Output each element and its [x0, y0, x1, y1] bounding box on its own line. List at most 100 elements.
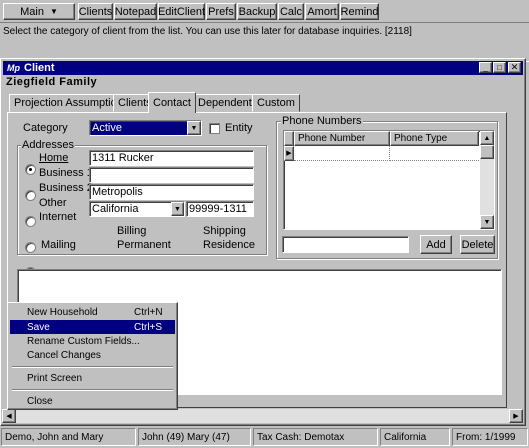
category-select[interactable]: Active [89, 120, 202, 136]
main-menu-button[interactable]: Main ▼ [3, 3, 75, 20]
menu-item-cancel-changes[interactable]: Cancel Changes [10, 348, 175, 362]
row-selector-arrow-icon: ▶ [284, 146, 294, 161]
address-line-1-input[interactable]: 1311 Rucker [89, 150, 254, 166]
menu-item-shortcut: Ctrl+S [134, 321, 163, 333]
address-type-business1-radio[interactable] [25, 190, 36, 201]
window-title: Client [24, 62, 55, 74]
phone-numbers-group-label: Phone Numbers [281, 115, 363, 127]
scroll-down-button[interactable]: ▼ [480, 215, 494, 229]
city-input[interactable]: Metropolis [89, 184, 254, 200]
phone-grid-header: Phone Number Phone Type [284, 131, 479, 146]
column-label: Phone Type [394, 133, 448, 144]
address-type-business2-radio[interactable] [25, 216, 36, 227]
hint-text: Select the category of client from the l… [3, 26, 412, 37]
address-type-home-radio[interactable] [25, 164, 36, 175]
address-line-2-input[interactable] [89, 167, 254, 183]
toolbar-remind-button[interactable]: Remind [340, 3, 379, 20]
menu-item-print-screen[interactable]: Print Screen [10, 371, 175, 385]
city-value: Metropolis [92, 186, 143, 198]
window-title-bar[interactable]: Mp Client _ □ ✕ [3, 61, 523, 75]
address-type-other-label: Other [39, 197, 67, 209]
toolbar-prefs-label: Prefs [208, 5, 234, 18]
entity-label: Entity [225, 122, 253, 134]
toolbar-calc-button[interactable]: Calc [278, 3, 304, 20]
chevron-down-icon: ▼ [49, 7, 58, 16]
scroll-left-button[interactable]: ◀ [2, 409, 16, 423]
toolbar-backup-button[interactable]: Backup [237, 3, 277, 20]
zip-input[interactable]: 99999-1311 [186, 201, 254, 217]
phone-type-cell[interactable] [390, 146, 479, 161]
phone-grid-row[interactable]: ▶ [284, 146, 479, 161]
state-dropdown-button[interactable]: ▼ [171, 202, 184, 216]
scroll-up-button[interactable]: ▲ [480, 131, 494, 145]
chevron-down-icon: ▼ [174, 205, 181, 213]
menu-item-label: Save [27, 321, 50, 333]
menu-item-label: Close [27, 395, 53, 407]
delete-phone-button[interactable]: Delete [460, 235, 495, 254]
toolbar-notepad-label: Notepad [114, 5, 157, 18]
phone-grid-scrollbar[interactable]: ▲ ▼ [480, 131, 494, 229]
category-label: Category [23, 122, 68, 134]
menu-item-new-household[interactable]: New Household Ctrl+N [10, 305, 175, 319]
tab-label: Custom [257, 97, 295, 109]
status-client: Demo, John and Mary [1, 428, 136, 446]
tab-contact[interactable]: Contact [148, 92, 196, 113]
window-horizontal-scrollbar[interactable]: ◀ ▶ [2, 409, 523, 423]
scroll-right-button[interactable]: ▶ [509, 409, 523, 423]
menu-item-label: Print Screen [27, 372, 83, 384]
menu-item-close[interactable]: Close [10, 394, 175, 408]
phone-type-column-header[interactable]: Phone Type [390, 131, 479, 146]
tab-label: Dependents [198, 97, 258, 109]
menu-item-rename-custom-fields[interactable]: Rename Custom Fields... [10, 334, 175, 348]
add-phone-button[interactable]: Add [420, 235, 452, 254]
column-label: Phone Number [298, 133, 366, 144]
context-menu: New Household Ctrl+N Save Ctrl+S Rename … [7, 302, 178, 410]
menu-item-save[interactable]: Save Ctrl+S [10, 320, 175, 334]
address-type-business2-label: Business 2 [39, 182, 93, 194]
billing-label: Billing [117, 225, 147, 237]
scroll-thumb[interactable] [480, 145, 494, 159]
entity-checkbox[interactable] [209, 123, 220, 134]
toolbar-amort-label: Amort [307, 5, 337, 18]
address-type-internet-label: Internet [39, 211, 77, 223]
tab-label: Projection Assumptions [14, 97, 129, 109]
toolbar-backup-label: Backup [238, 5, 276, 18]
status-from: From: 1/1999 [452, 428, 528, 446]
address-type-other-radio[interactable] [25, 242, 36, 253]
permanent-label: Permanent [117, 239, 171, 251]
tab-label: Contact [153, 97, 191, 109]
zip-value: 99999-1311 [189, 203, 247, 215]
minimize-button[interactable]: _ [479, 62, 492, 73]
category-dropdown-button[interactable]: ▼ [187, 121, 201, 135]
toolbar-editclient-button[interactable]: EditClient [158, 3, 205, 20]
tab-custom[interactable]: Custom [252, 94, 300, 112]
toolbar-prefs-button[interactable]: Prefs [206, 3, 236, 20]
phone-grid[interactable]: Phone Number Phone Type ▶ ▲ ▼ [283, 130, 495, 230]
toolbar-remind-label: Remind [340, 5, 379, 18]
state-value: California [92, 203, 139, 215]
category-selected-value: Active [92, 122, 122, 134]
chevron-up-icon: ▲ [483, 134, 491, 142]
maximize-button[interactable]: □ [493, 62, 506, 73]
main-menu-label: Main [20, 5, 44, 18]
app-logo-icon: Mp [7, 63, 20, 73]
shipping-label: Shipping [203, 225, 246, 237]
toolbar-amort-button[interactable]: Amort [305, 3, 339, 20]
toolbar-clients-button[interactable]: Clients [78, 3, 113, 20]
toolbar-calc-label: Calc [279, 5, 302, 18]
new-phone-input[interactable] [282, 236, 409, 253]
chevron-down-icon: ▼ [483, 218, 491, 226]
phone-number-cell[interactable] [294, 146, 390, 161]
phone-grid-corner [284, 131, 294, 146]
hint-bar: Select the category of client from the l… [0, 22, 529, 62]
chevron-right-icon: ▶ [513, 413, 519, 420]
address-type-home-label: Home [39, 152, 69, 164]
phone-number-column-header[interactable]: Phone Number [294, 131, 390, 146]
menu-item-label: Rename Custom Fields... [27, 335, 140, 347]
close-button[interactable]: ✕ [508, 62, 521, 73]
tab-label: Clients [118, 97, 152, 109]
addresses-group-label: Addresses [21, 139, 75, 151]
chevron-left-icon: ◀ [6, 413, 12, 420]
residence-label: Residence [203, 239, 255, 251]
toolbar-notepad-button[interactable]: Notepad [114, 3, 157, 20]
